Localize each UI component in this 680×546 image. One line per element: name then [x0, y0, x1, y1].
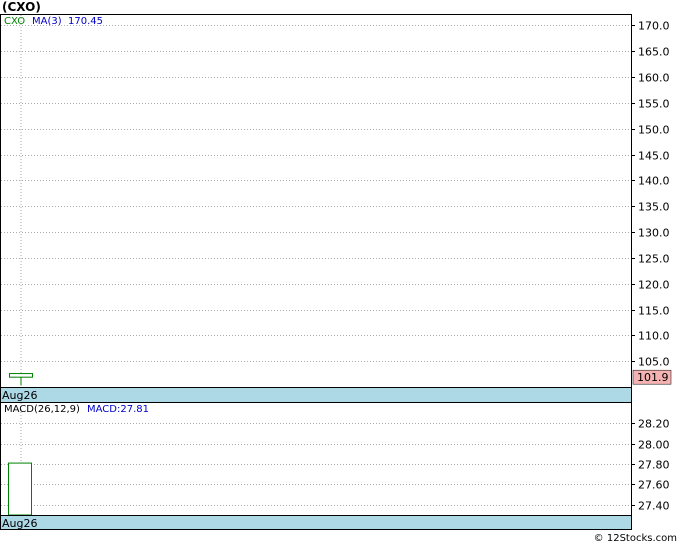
price-tick-label: 155.0 [638, 98, 670, 111]
candle-body [9, 373, 33, 378]
price-tick-label: 120.0 [638, 279, 670, 292]
price-tick-label: 170.0 [638, 20, 670, 33]
price-date-band [0, 387, 632, 403]
last-price-tag-text: 101.9 [637, 371, 669, 384]
price-date-label: Aug26 [2, 389, 37, 402]
macd-axis: 27.40 27.60 27.80 28.00 28.20 [631, 418, 670, 513]
last-price-tag: 101.9 [632, 369, 672, 385]
price-panel: 105.0 110.0 115.0 120.0 125.0 130.0 135.0 140.0… [0, 14, 672, 403]
macd-bars [8, 462, 32, 516]
macd-date-band [0, 515, 632, 530]
price-tick-label: 135.0 [638, 201, 670, 214]
price-tick-label: 105.0 [638, 356, 670, 369]
price-tick-label: 145.0 [638, 150, 670, 163]
macd-tick-label: 27.60 [638, 479, 670, 492]
stock-chart: 105.0 110.0 115.0 120.0 125.0 130.0 135.0 140.0… [0, 14, 672, 530]
watermark: © 12Stocks.com [593, 533, 677, 544]
price-tick-label: 160.0 [638, 72, 670, 85]
macd-panel: 27.4027.6027.8028.0028.20 MACD(26,12,9) … [0, 402, 670, 530]
macd-bar [8, 462, 32, 516]
macd-date-label: Aug26 [2, 517, 37, 530]
macd-tick-label: 28.20 [638, 418, 670, 431]
macd-panel-frame [0, 402, 632, 516]
price-tick-label: 140.0 [638, 175, 670, 188]
macd-tick-label: 27.80 [638, 459, 670, 472]
price-tick-label: 150.0 [638, 124, 670, 137]
price-tick-label: 115.0 [638, 305, 670, 318]
macd-tick-label: 28.00 [638, 439, 670, 452]
price-tick-label: 125.0 [638, 253, 670, 266]
legend-ma-value: 170.45 [68, 16, 103, 27]
price-tick-label: 130.0 [638, 227, 670, 240]
price-axis: 105.0 110.0 115.0 120.0 125.0 130.0 135.0 140.0… [631, 20, 670, 369]
macd-tick-label: 27.40 [638, 500, 670, 513]
legend-symbol: CXO [4, 16, 25, 27]
price-tick-label: 110.0 [638, 330, 670, 343]
legend-ma-label: MA(3) [32, 16, 62, 27]
price-tick-label: 165.0 [638, 46, 670, 59]
price-panel-frame [0, 14, 632, 388]
macd-legend-label: MACD(26,12,9) [4, 404, 80, 415]
macd-legend-value: MACD:27.81 [87, 404, 149, 415]
